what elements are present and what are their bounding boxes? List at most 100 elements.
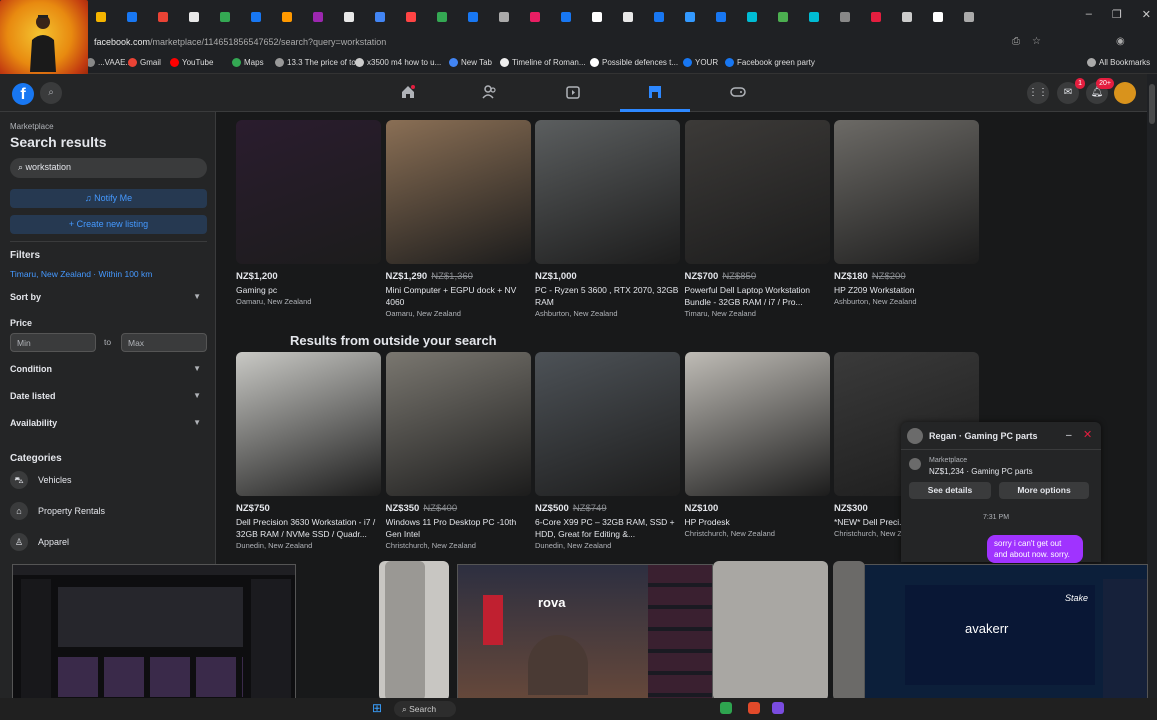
listing-thumbnail[interactable] (535, 352, 680, 496)
facebook-logo-icon[interactable]: f (12, 83, 34, 105)
profile-icon[interactable]: ◉ (1116, 36, 1125, 47)
app-icon[interactable] (772, 702, 784, 714)
video-icon[interactable] (565, 84, 581, 100)
listing-thumbnail[interactable] (236, 352, 381, 496)
breadcrumb[interactable]: Marketplace (10, 122, 54, 131)
bookmark-item[interactable]: Gmail (128, 58, 161, 67)
listing-title[interactable]: Dell Precision 3630 Workstation - i7 / 3… (236, 516, 381, 540)
bookmark-item[interactable]: Maps (232, 58, 264, 67)
listing-thumbnail[interactable] (833, 561, 865, 701)
category-apparel[interactable]: ♙ Apparel (10, 532, 69, 552)
notifications-icon[interactable]: 🔔︎ 20+ (1086, 78, 1114, 104)
marketplace-icon[interactable] (647, 84, 663, 100)
listing-title[interactable]: Windows 11 Pro Desktop PC -10th Gen Inte… (386, 516, 531, 540)
bookmark-item[interactable]: 13.3 The price of to... (275, 58, 362, 67)
browser-tab[interactable] (282, 8, 312, 26)
scroll-thumb[interactable] (1149, 84, 1155, 124)
search-icon[interactable]: ⌕ (40, 82, 62, 104)
menu-grid-icon[interactable]: ⋮⋮ (1027, 82, 1049, 104)
home-icon[interactable] (400, 84, 416, 100)
listing-title[interactable]: 6-Core X99 PC – 32GB RAM, SSD + HDD, Gre… (535, 516, 680, 540)
listing-card[interactable]: NZ$180 NZ$200 HP Z209 Workstation Ashburton… (834, 120, 979, 306)
chat-header[interactable]: Regan · Gaming PC parts – ✕ (901, 422, 1101, 450)
bookmark-item[interactable]: Facebook green party (725, 58, 815, 67)
listing-card[interactable]: NZ$100 HP Prodesk Christchurch, New Zealan… (684, 352, 830, 538)
bookmark-item[interactable]: YOUR (683, 58, 718, 67)
listing-thumbnail[interactable] (684, 120, 830, 264)
browser-tab[interactable] (437, 8, 467, 26)
friends-icon[interactable] (482, 84, 498, 100)
minimize-icon[interactable]: – (1066, 430, 1072, 441)
date-listed-dropdown[interactable]: Date listed ▼ (10, 391, 207, 401)
bookmark-star-icon[interactable]: ☆ (1032, 36, 1041, 47)
listing-card[interactable]: NZ$500 NZ$749 6-Core X99 PC – 32GB RAM, SS… (535, 352, 680, 550)
browser-tab[interactable] (406, 8, 436, 26)
browser-tab[interactable] (902, 8, 932, 26)
browser-tab[interactable] (561, 8, 591, 26)
app-icon[interactable] (748, 702, 760, 714)
browser-tab[interactable] (592, 8, 622, 26)
browser-tab[interactable] (871, 8, 901, 26)
bookmark-item[interactable]: New Tab (449, 58, 492, 67)
listing-title[interactable]: HP Prodesk (685, 516, 830, 528)
taskbar-search[interactable]: ⌕ Search (394, 701, 456, 717)
close-window-icon[interactable]: ✕ (1142, 8, 1151, 21)
location-filter[interactable]: Timaru, New Zealand · Within 100 km (10, 269, 152, 279)
listing-thumbnail[interactable] (385, 561, 425, 701)
browser-tab[interactable] (127, 8, 157, 26)
messenger-icon[interactable]: ✉ 1 (1057, 78, 1085, 104)
browser-tab[interactable] (468, 8, 498, 26)
category-vehicles[interactable]: ⛍ Vehicles (10, 470, 72, 490)
listing-card[interactable]: NZ$350 NZ$400 Windows 11 Pro Desktop PC -1… (385, 352, 531, 550)
listing-card[interactable]: NZ$1,200 Gaming pc Oamaru, New Zealand (236, 120, 381, 306)
listing-card[interactable]: NZ$1,290 NZ$1,360 Mini Computer + EGPU doc… (385, 120, 531, 318)
listing-title[interactable]: PC - Ryzen 5 3600 , RTX 2070, 32GB RAM (535, 284, 680, 308)
browser-tab[interactable] (158, 8, 188, 26)
max-price-field[interactable]: Max (121, 333, 207, 352)
listing-thumbnail[interactable] (385, 352, 531, 496)
browser-tab[interactable] (189, 8, 219, 26)
browser-tab[interactable] (716, 8, 746, 26)
listing-thumbnail[interactable] (385, 120, 531, 264)
notify-me-button[interactable]: ♫ Notify Me (10, 189, 207, 208)
listing-thumbnail[interactable] (684, 352, 830, 496)
min-price-field[interactable]: Min (10, 333, 96, 352)
sort-by-dropdown[interactable]: Sort by ▼ (10, 292, 207, 302)
listing-title[interactable]: HP Z209 Workstation (834, 284, 979, 296)
browser-tab[interactable] (654, 8, 684, 26)
browser-tab[interactable] (251, 8, 281, 26)
availability-dropdown[interactable]: Availability ▼ (10, 418, 207, 428)
create-listing-button[interactable]: + Create new listing (10, 215, 207, 234)
category-property-rentals[interactable]: ⌂ Property Rentals (10, 501, 105, 521)
listing-thumbnail[interactable] (834, 120, 979, 264)
bookmark-item[interactable]: Possible defences t... (590, 58, 678, 67)
browser-tab[interactable] (313, 8, 343, 26)
restore-icon[interactable]: ❐ (1112, 8, 1122, 21)
browser-tab[interactable] (375, 8, 405, 26)
listing-thumbnail[interactable] (236, 120, 381, 264)
listing-thumbnail[interactable] (713, 561, 828, 701)
browser-tab[interactable] (933, 8, 963, 26)
browser-tab[interactable] (96, 8, 126, 26)
url-field[interactable]: facebook.com/marketplace/114651856547652… (88, 34, 1008, 52)
close-icon[interactable]: ✕ (1083, 428, 1092, 441)
bookmark-item[interactable]: YouTube (170, 58, 213, 67)
browser-tab[interactable] (623, 8, 653, 26)
browser-tab[interactable] (344, 8, 374, 26)
browser-tab[interactable] (220, 8, 250, 26)
gaming-icon[interactable] (730, 84, 746, 100)
browser-tab[interactable] (685, 8, 715, 26)
listing-card[interactable]: NZ$700 NZ$850 Powerful Dell Laptop Worksta… (684, 120, 830, 318)
listing-title[interactable]: Mini Computer + EGPU dock + NV 4060 (386, 284, 531, 308)
browser-tab[interactable] (809, 8, 839, 26)
bookmark-item[interactable]: Timeline of Roman... (500, 58, 586, 67)
page-scrollbar[interactable] (1147, 74, 1157, 720)
see-details-button[interactable]: See details (909, 482, 991, 499)
listing-title[interactable]: Powerful Dell Laptop Workstation Bundle … (685, 284, 830, 308)
listing-card[interactable]: NZ$1,000 PC - Ryzen 5 3600 , RTX 2070, 32… (535, 120, 680, 318)
profile-avatar[interactable] (1114, 82, 1136, 104)
app-icon[interactable] (720, 702, 732, 714)
windows-start-icon[interactable]: ⊞ (372, 702, 384, 714)
install-icon[interactable]: ⎙ (1012, 36, 1020, 47)
search-input[interactable]: ⌕ workstation (10, 158, 207, 178)
